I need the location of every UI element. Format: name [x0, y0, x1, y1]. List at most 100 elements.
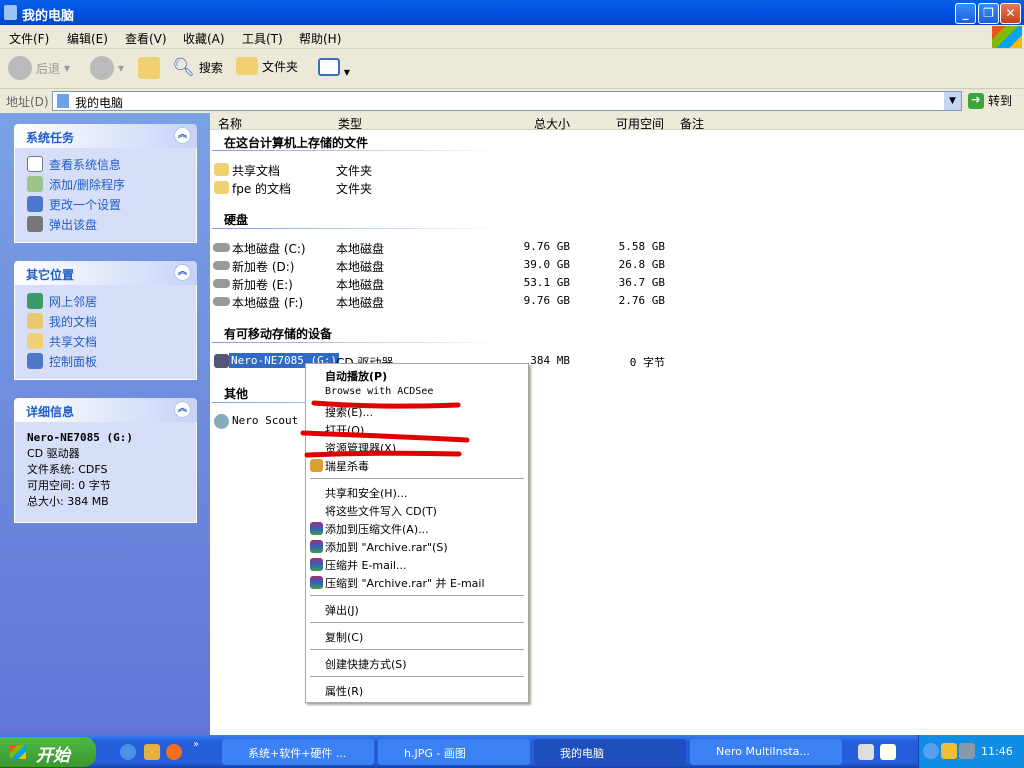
place-my-documents[interactable]: 我的文档: [27, 311, 196, 331]
context-menu-item[interactable]: 打开(O): [325, 422, 364, 438]
start-label: 开始: [36, 746, 70, 766]
context-menu-item[interactable]: 将这些文件写入 CD(T): [325, 503, 437, 519]
column-comments[interactable]: 备注: [680, 115, 704, 132]
panel-title: 其它位置: [26, 268, 75, 282]
list-item[interactable]: 新加卷 (E:) 本地磁盘 53.1 GB 36.7 GB: [210, 276, 710, 292]
task-eject-disk[interactable]: 弹出该盘: [27, 214, 196, 234]
help-icon[interactable]: [880, 744, 896, 760]
item-size: 53.1 GB: [523, 276, 570, 289]
tray-icon[interactable]: [941, 743, 957, 759]
context-menu-item[interactable]: 压缩到 "Archive.rar" 并 E-mail: [325, 575, 485, 591]
list-item[interactable]: fpe 的文档 文件夹: [210, 180, 710, 196]
place-network[interactable]: 网上邻居: [27, 291, 196, 311]
context-menu-item[interactable]: 创建快捷方式(S): [325, 656, 407, 672]
context-menu-item[interactable]: 共享和安全(H)...: [325, 485, 407, 501]
menu-favorites[interactable]: 收藏(A): [183, 30, 225, 47]
menu-tools[interactable]: 工具(T): [242, 30, 283, 47]
taskbar-item[interactable]: h.JPG - 画图: [378, 739, 530, 765]
item-name: 本地磁盘 (F:): [232, 296, 304, 310]
search-button[interactable]: 🔍︎ 搜索: [172, 57, 223, 78]
address-label: 地址(D): [6, 95, 49, 109]
taskbar-item-active[interactable]: 我的电脑: [534, 739, 686, 765]
item-type: 本地磁盘: [336, 260, 385, 274]
item-type: 本地磁盘: [336, 278, 385, 292]
link-label: 网上邻居: [49, 294, 98, 309]
place-shared-documents[interactable]: 共享文档: [27, 331, 196, 351]
task-change-setting[interactable]: 更改一个设置: [27, 194, 196, 214]
panel-header[interactable]: 其它位置 ︽: [14, 261, 197, 285]
context-menu-item[interactable]: Browse with ACDSee: [325, 386, 433, 397]
quicklaunch-more-icon[interactable]: »: [193, 739, 199, 750]
taskbar-item[interactable]: 系统+软件+硬件 ...: [222, 739, 374, 765]
title-bar: 我的电脑 _ ❐ ✕: [0, 0, 1024, 25]
context-menu-item[interactable]: 资源管理器(X): [325, 440, 396, 456]
taskbar-item[interactable]: Nero MultiInsta...: [690, 739, 842, 765]
minimize-button[interactable]: _: [955, 3, 976, 24]
up-folder-button[interactable]: [138, 57, 160, 79]
collapse-chevron-icon[interactable]: ︽: [174, 401, 191, 418]
context-menu-item[interactable]: 压缩并 E-mail...: [325, 557, 406, 573]
list-item[interactable]: 本地磁盘 (C:) 本地磁盘 9.76 GB 5.58 GB: [210, 240, 710, 256]
views-button[interactable]: ▾: [318, 58, 352, 79]
hard-disk-icon: [213, 261, 230, 270]
address-input[interactable]: 我的电脑 ▼: [52, 91, 962, 111]
folders-button[interactable]: 文件夹: [236, 57, 298, 75]
menu-edit[interactable]: 编辑(E): [67, 30, 108, 47]
panel-header[interactable]: 详细信息 ︽: [14, 398, 197, 422]
item-free: 26.8 GB: [618, 258, 665, 271]
column-total-size[interactable]: 总大小: [534, 115, 570, 132]
winrar-icon: [310, 540, 323, 553]
windows-logo-icon: [992, 26, 1022, 48]
column-name[interactable]: 名称: [218, 115, 242, 132]
address-dropdown-button[interactable]: ▼: [944, 92, 961, 110]
task-add-remove-programs[interactable]: 添加/删除程序: [27, 174, 196, 194]
panel-title: 详细信息: [26, 405, 75, 419]
control-panel-icon: [27, 353, 43, 369]
keyboard-icon[interactable]: [858, 744, 874, 760]
collapse-chevron-icon[interactable]: ︽: [174, 127, 191, 144]
start-button[interactable]: 开始: [0, 737, 96, 767]
column-type[interactable]: 类型: [338, 115, 362, 132]
eject-drive-icon: [27, 216, 43, 232]
maximize-button[interactable]: ❐: [978, 3, 999, 24]
media-player-icon[interactable]: [166, 744, 182, 760]
tray-expand-icon[interactable]: [923, 743, 939, 759]
menu-file[interactable]: 文件(F): [9, 30, 49, 47]
context-menu-item[interactable]: 添加到压缩文件(A)...: [325, 521, 429, 537]
window-title: 我的电脑: [22, 9, 75, 24]
list-item[interactable]: 共享文档 文件夹: [210, 162, 710, 178]
hard-disk-icon: [213, 297, 230, 306]
menu-view[interactable]: 查看(V): [125, 30, 167, 47]
collapse-chevron-icon[interactable]: ︽: [174, 264, 191, 281]
system-tray: 11:46: [918, 735, 1024, 768]
add-remove-icon: [27, 176, 43, 192]
item-name: 新加卷 (E:): [232, 278, 293, 292]
panel-header[interactable]: 系统任务 ︽: [14, 124, 197, 148]
context-menu-item[interactable]: 属性(R): [325, 683, 363, 699]
list-item[interactable]: 本地磁盘 (F:) 本地磁盘 9.76 GB 2.76 GB: [210, 294, 710, 310]
ie-quicklaunch-icon[interactable]: [120, 744, 136, 760]
context-menu-item[interactable]: 瑞星杀毒: [325, 458, 369, 474]
forward-button[interactable]: ▾: [90, 56, 124, 80]
network-tray-icon[interactable]: [959, 743, 975, 759]
link-label: 共享文档: [49, 334, 98, 349]
folder-icon: [214, 163, 229, 176]
list-item[interactable]: 新加卷 (D:) 本地磁盘 39.0 GB 26.8 GB: [210, 258, 710, 274]
context-menu-item[interactable]: 搜索(E)...: [325, 404, 373, 420]
go-button[interactable]: ➜ 转到: [968, 92, 1012, 109]
menu-help[interactable]: 帮助(H): [299, 30, 341, 47]
back-button[interactable]: 后退 ▾: [8, 56, 70, 80]
column-free-space[interactable]: 可用空间: [616, 115, 664, 132]
quicklaunch-icon[interactable]: [144, 744, 160, 760]
task-label: h.JPG - 画图: [404, 747, 466, 760]
context-menu-item[interactable]: 复制(C): [325, 629, 363, 645]
task-view-system-info[interactable]: 查看系统信息: [27, 154, 196, 174]
item-size: 9.76 GB: [523, 294, 570, 307]
context-menu-item[interactable]: 弹出(J): [325, 602, 359, 618]
context-menu-item[interactable]: 自动播放(P): [325, 368, 387, 384]
close-button[interactable]: ✕: [1000, 3, 1021, 24]
hard-disk-icon: [213, 243, 230, 252]
context-menu-item[interactable]: 添加到 "Archive.rar"(S): [325, 539, 448, 555]
detail-total-size: 总大小: 384 MB: [27, 495, 109, 508]
place-control-panel[interactable]: 控制面板: [27, 351, 196, 371]
